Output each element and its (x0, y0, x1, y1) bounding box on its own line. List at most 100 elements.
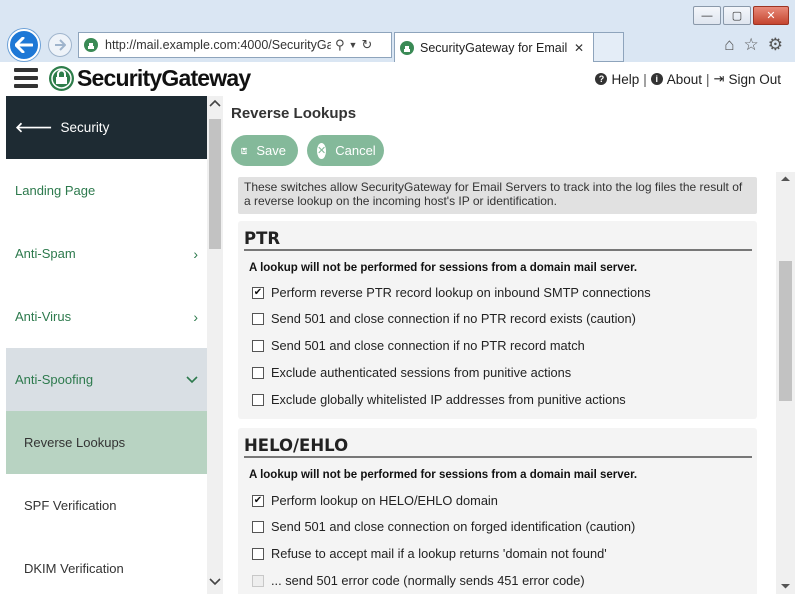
checkbox[interactable] (252, 393, 264, 406)
sidebar-scrollbar[interactable] (207, 96, 223, 594)
url-text[interactable]: http://mail.example.com:4000/SecurityGat… (105, 38, 331, 52)
helo-option-disabled: ... send 501 error code (normally sends … (252, 573, 585, 588)
cancel-x-icon: ✕ (317, 142, 327, 159)
settings-content: These switches allow SecurityGateway for… (223, 172, 776, 594)
help-link[interactable]: ? Help (595, 72, 639, 87)
checkbox[interactable] (252, 286, 264, 299)
settings-gear-icon[interactable]: ⚙ (768, 35, 783, 55)
hamburger-menu-icon[interactable] (14, 68, 38, 88)
tab-title: SecurityGateway for Email ... (420, 40, 570, 55)
scroll-up-icon[interactable] (780, 175, 791, 182)
option-label: Send 501 and close connection on forged … (271, 519, 636, 534)
ptr-option[interactable]: Exclude authenticated sessions from puni… (252, 365, 571, 380)
option-label: Exclude authenticated sessions from puni… (271, 365, 572, 380)
sidebar-item-reverse-lookups[interactable]: Reverse Lookups (6, 411, 207, 474)
scroll-down-icon[interactable] (209, 578, 221, 586)
header-links: ? Help | i About | ⇥ Sign Out (595, 71, 781, 87)
browser-nav-bar: http://mail.example.com:4000/SecurityGat… (0, 28, 795, 62)
helo-option[interactable]: Perform lookup on HELO/EHLO domain (252, 493, 498, 508)
checkbox[interactable] (252, 339, 264, 352)
sidebar-item-label: Anti-Spam (15, 246, 76, 261)
option-label: Exclude globally whitelisted IP addresse… (271, 392, 626, 407)
ptr-note: A lookup will not be performed for sessi… (249, 262, 638, 274)
save-button[interactable]: Save (231, 135, 298, 166)
cancel-button[interactable]: ✕ Cancel (307, 135, 384, 166)
sign-out-icon: ⇥ (713, 71, 725, 86)
browser-tab[interactable]: SecurityGateway for Email ... ✕ (394, 32, 594, 62)
address-bar[interactable]: http://mail.example.com:4000/SecurityGat… (78, 32, 392, 58)
minimize-button[interactable]: — (693, 6, 721, 25)
about-link[interactable]: i About (650, 71, 703, 87)
logo-text: SecurityGateway (77, 65, 251, 91)
search-icon[interactable]: ⚲ (335, 37, 345, 53)
helo-option[interactable]: Send 501 and close connection on forged … (252, 519, 635, 534)
ptr-option[interactable]: Perform reverse PTR record lookup on inb… (252, 285, 651, 300)
close-tab-icon[interactable]: ✕ (574, 41, 584, 55)
sidebar-nav: 🡐 Security Landing Page Anti-Spam › Anti… (6, 96, 207, 594)
checkbox (252, 574, 264, 587)
checkbox[interactable] (252, 494, 264, 507)
ptr-option[interactable]: Exclude globally whitelisted IP addresse… (252, 392, 626, 407)
sidebar-item-anti-virus[interactable]: Anti-Virus › (6, 285, 207, 348)
helo-section: HELO/EHLO A lookup will not be performed… (238, 428, 757, 594)
checkbox[interactable] (252, 366, 264, 379)
option-label: Perform reverse PTR record lookup on inb… (271, 285, 651, 300)
arrow-left-icon: 🡐 (15, 119, 53, 135)
window-titlebar: — ▢ ✕ (0, 0, 795, 28)
chevron-right-icon: › (193, 245, 198, 262)
arrow-left-icon (15, 37, 33, 53)
app-header: SecurityGateway ? Help | i About | ⇥ Sign O… (0, 62, 795, 96)
sidebar-back-security[interactable]: 🡐 Security (6, 96, 207, 159)
forward-button[interactable] (48, 33, 72, 57)
chevron-down-icon (186, 375, 198, 383)
ptr-section: PTR A lookup will not be performed for s… (238, 221, 757, 419)
sidebar-item-landing-page[interactable]: Landing Page (6, 159, 207, 222)
main-content: Reverse Lookups Save ✕ Cancel These swit… (223, 96, 795, 594)
sidebar-item-label: DKIM Verification (24, 561, 124, 576)
checkbox[interactable] (252, 520, 264, 533)
home-icon[interactable]: ⌂ (724, 35, 734, 55)
ptr-heading: PTR (244, 229, 752, 251)
sidebar-item-anti-spoofing[interactable]: Anti-Spoofing (6, 348, 207, 411)
sidebar-item-label: Landing Page (15, 183, 96, 198)
main-scrollbar[interactable] (776, 172, 795, 594)
scroll-up-icon[interactable] (209, 99, 221, 107)
scroll-down-icon[interactable] (780, 583, 791, 590)
helo-option[interactable]: Refuse to accept mail if a lookup return… (252, 546, 607, 561)
link-separator: | (706, 71, 710, 87)
close-window-button[interactable]: ✕ (753, 6, 789, 25)
link-separator: | (643, 71, 647, 87)
checkbox[interactable] (252, 312, 264, 325)
refresh-icon[interactable]: ↻ (361, 37, 372, 53)
info-box: These switches allow SecurityGateway for… (238, 177, 757, 214)
maximize-button[interactable]: ▢ (723, 6, 751, 25)
favorites-star-icon[interactable]: ☆ (744, 35, 759, 55)
back-button[interactable] (8, 29, 40, 61)
sidebar-item-anti-spam[interactable]: Anti-Spam › (6, 222, 207, 285)
help-label: Help (611, 71, 640, 87)
sidebar-item-label: SPF Verification (24, 498, 117, 513)
browser-toolbar-icons: ⌂ ☆ ⚙ (724, 35, 783, 55)
info-icon: i (650, 73, 663, 85)
option-label: Send 501 and close connection if no PTR … (271, 311, 636, 326)
sidebar-item-dkim-verification[interactable]: DKIM Verification (6, 537, 207, 594)
save-label: Save (256, 143, 286, 158)
sidebar-item-label: Anti-Virus (15, 309, 72, 324)
dropdown-icon[interactable]: ▼ (349, 40, 358, 50)
ptr-option[interactable]: Send 501 and close connection if no PTR … (252, 338, 585, 353)
securitygateway-logo[interactable]: SecurityGateway (48, 65, 251, 92)
signout-link[interactable]: ⇥ Sign Out (714, 71, 781, 87)
main-scroll-thumb[interactable] (779, 261, 792, 401)
chevron-right-icon: › (193, 308, 198, 325)
ptr-option[interactable]: Send 501 and close connection if no PTR … (252, 311, 636, 326)
new-tab-button[interactable] (594, 32, 624, 62)
about-label: About (666, 71, 703, 87)
sidebar-scroll-thumb[interactable] (209, 119, 221, 249)
web-page: SecurityGateway ? Help | i About | ⇥ Sign O… (0, 62, 795, 594)
option-label: Refuse to accept mail if a lookup return… (271, 546, 607, 561)
helo-note: A lookup will not be performed for sessi… (249, 469, 638, 481)
option-label: Perform lookup on HELO/EHLO domain (271, 493, 498, 508)
sidebar-item-spf-verification[interactable]: SPF Verification (6, 474, 207, 537)
checkbox[interactable] (252, 547, 264, 560)
question-icon: ? (595, 73, 608, 85)
